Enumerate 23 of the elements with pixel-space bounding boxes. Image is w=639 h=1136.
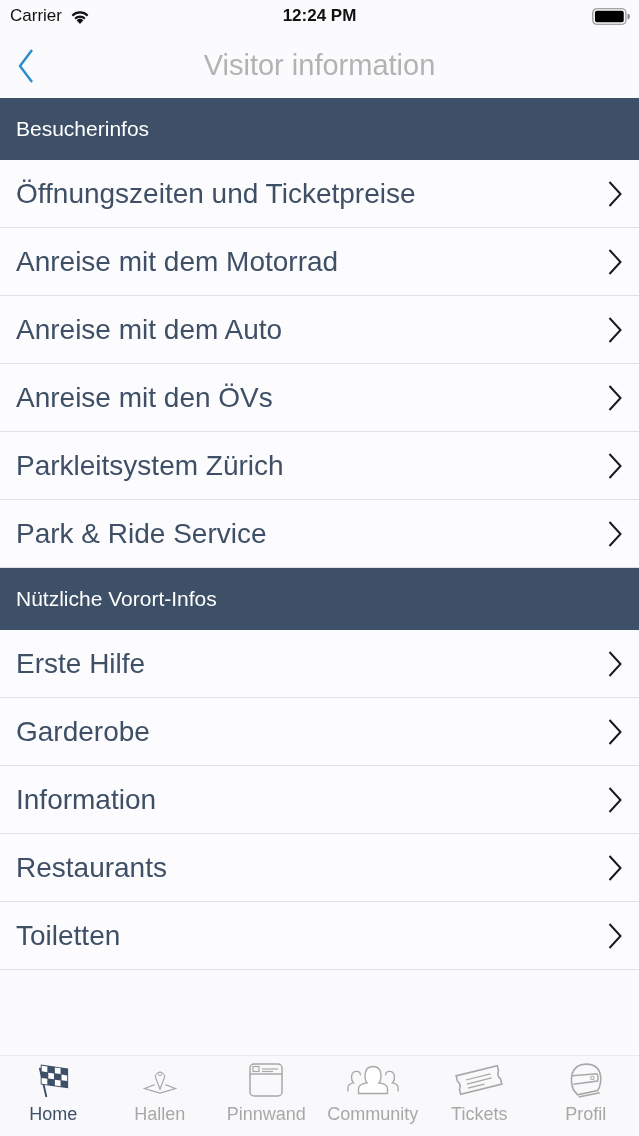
wifi-icon [69, 8, 90, 24]
section-header: Besucherinfos [0, 98, 639, 160]
chevron-right-icon [608, 520, 622, 547]
chevron-right-icon [608, 786, 622, 813]
chevron-left-icon [18, 49, 34, 83]
nav-title: Visitor information [203, 48, 436, 82]
tab-bar-item[interactable]: Home [0, 1056, 107, 1136]
helmet-icon [568, 1062, 603, 1098]
chevron-right-icon [608, 452, 622, 479]
chevron-right-icon [608, 854, 622, 881]
chevron-right-icon [608, 180, 622, 207]
chevron-right-icon [608, 650, 622, 677]
carrier-label: Carrier [10, 6, 62, 26]
section-header: Nützliche Vorort-Infos [0, 568, 639, 630]
chevron-right-icon [608, 922, 622, 949]
chevron-right-icon [608, 384, 622, 411]
status-time: 12:24 PM [282, 6, 357, 26]
chevron-right-icon [608, 248, 622, 275]
browser-window-icon [249, 1062, 284, 1098]
checkered-flag-icon [36, 1062, 71, 1098]
battery-icon [592, 7, 630, 25]
chevron-right-icon [608, 316, 622, 343]
chevron-right-icon [608, 718, 622, 745]
